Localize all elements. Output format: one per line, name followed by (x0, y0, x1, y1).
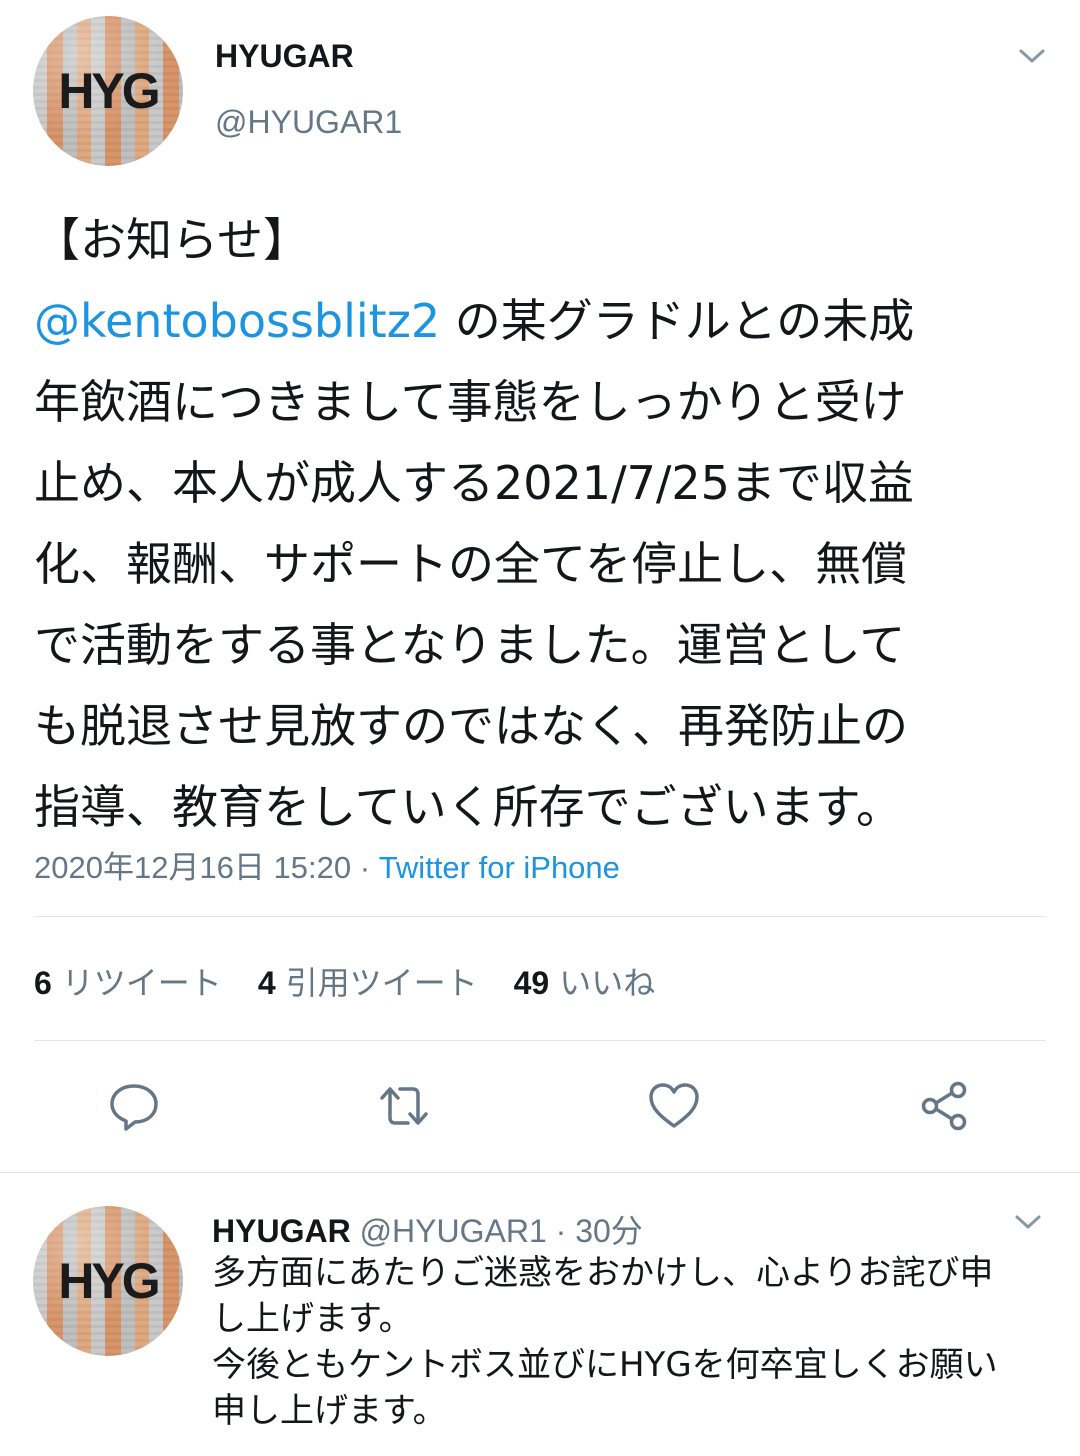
likes-label: いいね (559, 965, 656, 1001)
reply-time: · 30分 (546, 1213, 643, 1249)
reply-author-name[interactable]: HYUGAR (212, 1213, 351, 1249)
retweets-count: 6 (34, 965, 52, 1001)
retweet-icon[interactable] (376, 1078, 432, 1134)
reply-author-avatar[interactable]: HYG (33, 1206, 183, 1356)
avatar-logo-text: HYG (58, 1253, 160, 1309)
timestamp[interactable]: 2020年12月16日 15:20 (34, 850, 351, 885)
quotes-count: 4 (257, 965, 276, 1001)
retweets-stat[interactable]: 6 リツイート (34, 958, 222, 1004)
like-icon[interactable] (646, 1078, 702, 1134)
tweet-stats: 6 リツイート 4 引用ツイート 49 いいね (34, 958, 655, 1004)
mention-link[interactable]: @kentobossblitz2 (34, 294, 440, 348)
tweet-heading: 【お知らせ】 (34, 213, 310, 267)
likes-count: 49 (513, 965, 550, 1001)
retweets-label: リツイート (61, 965, 222, 1001)
chevron-down-icon[interactable] (1016, 40, 1048, 72)
likes-stat[interactable]: 49 いいね (514, 958, 656, 1004)
reply-icon[interactable] (106, 1078, 162, 1134)
author-name[interactable]: HYUGAR (215, 38, 354, 75)
reply-body: 多方面にあたりご迷惑をおかけし、心よりお詫び申 し上げます。 今後ともケントボス… (212, 1253, 998, 1431)
tweet-meta: 2020年12月16日 15:20 · Twitter for iPhone (34, 842, 620, 887)
divider (34, 916, 1046, 917)
source-link[interactable]: Twitter for iPhone (379, 850, 620, 885)
share-icon[interactable] (916, 1078, 972, 1134)
quotes-label: 引用ツイート (285, 965, 478, 1001)
avatar-logo-text: HYG (58, 63, 160, 119)
author-handle[interactable]: @HYUGAR1 (215, 104, 402, 141)
divider (34, 1040, 1046, 1041)
quotes-stat[interactable]: 4 引用ツイート (258, 958, 478, 1004)
chevron-down-icon[interactable] (1012, 1206, 1044, 1238)
tweet-body-rest: の某グラドルとの未成 年飲酒につきまして事態をしっかりと受け 止め、本人が成人す… (34, 294, 915, 834)
author-avatar[interactable]: HYG (33, 16, 183, 166)
divider (0, 1172, 1080, 1173)
reply-author-handle[interactable]: @HYUGAR1 (360, 1213, 547, 1249)
tweet-body: 【お知らせ】 @kentobossblitz2 の某グラドルとの未成 年飲酒につ… (34, 200, 1044, 848)
meta-separator: · (351, 850, 379, 885)
reply-header: HYUGAR @HYUGAR1 · 30分 (212, 1206, 643, 1252)
